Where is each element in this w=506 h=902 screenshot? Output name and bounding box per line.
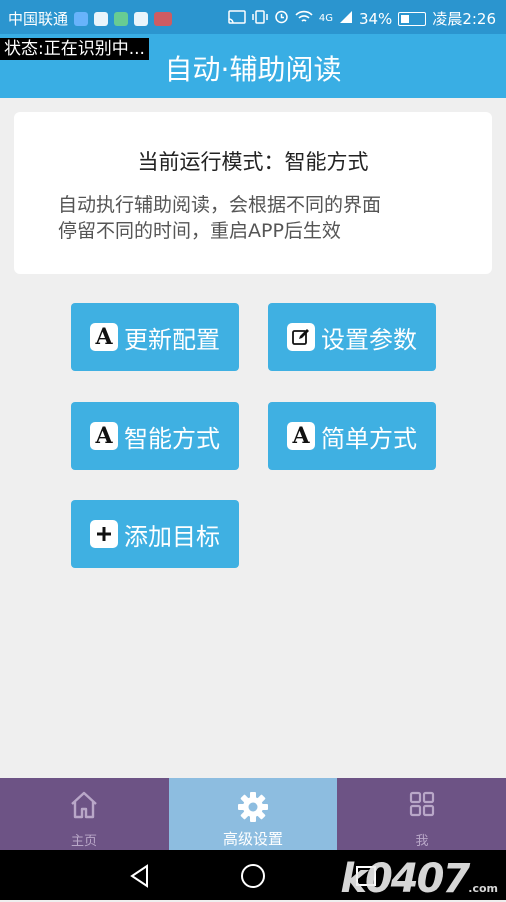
app-notification-icon xyxy=(74,11,89,26)
alarm-icon xyxy=(274,9,289,28)
update-config-label: 更新配置 xyxy=(124,325,220,354)
tab-advanced-settings[interactable]: 高级设置 xyxy=(169,778,337,850)
add-target-label: 添加目标 xyxy=(124,522,220,551)
simple-mode-button[interactable]: A 简单方式 xyxy=(268,402,436,470)
carrier-label: 中国联通 xyxy=(8,10,69,28)
letter-a-icon: A xyxy=(287,422,315,450)
battery-icon xyxy=(398,11,427,26)
letter-a-icon: A xyxy=(90,323,118,351)
set-params-label: 设置参数 xyxy=(321,325,417,354)
tab-me-label: 我 xyxy=(415,834,429,849)
wifi-icon xyxy=(295,10,313,28)
status-left: 中国联通 xyxy=(8,8,173,29)
watermark-domain: .com xyxy=(468,882,498,895)
edit-icon xyxy=(287,323,315,351)
battery-saver-icon xyxy=(94,11,109,26)
mode-description-line-1: 自动执行辅助阅读，会根据不同的界面 xyxy=(58,194,382,216)
simple-mode-label: 简单方式 xyxy=(321,424,417,453)
tab-advanced-settings-label: 高级设置 xyxy=(222,830,283,848)
recognition-status-overlay: 状态:正在识别中... xyxy=(0,38,149,60)
bottom-navigation: 主页 高级设置 我 xyxy=(0,778,506,850)
status-bar: 中国联通 4G 34% 凌晨2:26 xyxy=(0,0,506,34)
battery-percent: 34% xyxy=(358,9,393,28)
wechat-notification-icon xyxy=(114,11,129,26)
mode-info-card: 当前运行模式：智能方式 自动执行辅助阅读，会根据不同的界面 停留不同的时间，重启… xyxy=(14,112,492,274)
site-watermark: k0407.com xyxy=(340,856,498,902)
network-type-label: 4G xyxy=(318,13,333,24)
current-mode-title: 当前运行模式：智能方式 xyxy=(137,150,369,174)
vibrate-icon xyxy=(252,9,268,28)
mode-description-line-2: 停留不同的时间，重启APP后生效 xyxy=(58,220,341,242)
update-config-button[interactable]: A 更新配置 xyxy=(71,303,239,371)
plus-icon xyxy=(90,520,118,548)
tab-home[interactable]: 主页 xyxy=(0,778,168,850)
smart-mode-button[interactable]: A 智能方式 xyxy=(71,402,239,470)
news-notification-icon xyxy=(154,11,173,26)
letter-a-icon: A xyxy=(90,422,118,450)
mode-description: 自动执行辅助阅读，会根据不同的界面 停留不同的时间，重启APP后生效 xyxy=(58,192,462,244)
smart-mode-label: 智能方式 xyxy=(124,424,220,453)
home-circle-icon[interactable] xyxy=(239,862,267,890)
signal-icon xyxy=(339,10,353,28)
back-icon[interactable] xyxy=(126,862,154,890)
clock: 凌晨2:26 xyxy=(432,10,496,28)
gear-icon xyxy=(169,790,337,824)
tab-home-label: 主页 xyxy=(70,834,97,849)
cast-icon xyxy=(228,9,246,28)
watermark-main: k0407 xyxy=(340,856,470,902)
navigation-notification-icon xyxy=(134,11,149,26)
set-params-button[interactable]: 设置参数 xyxy=(268,303,436,371)
status-right: 4G 34% 凌晨2:26 xyxy=(228,8,496,29)
grid-icon xyxy=(338,790,506,818)
home-icon xyxy=(0,790,168,820)
add-target-button[interactable]: 添加目标 xyxy=(71,500,239,568)
tab-me[interactable]: 我 xyxy=(338,778,506,850)
